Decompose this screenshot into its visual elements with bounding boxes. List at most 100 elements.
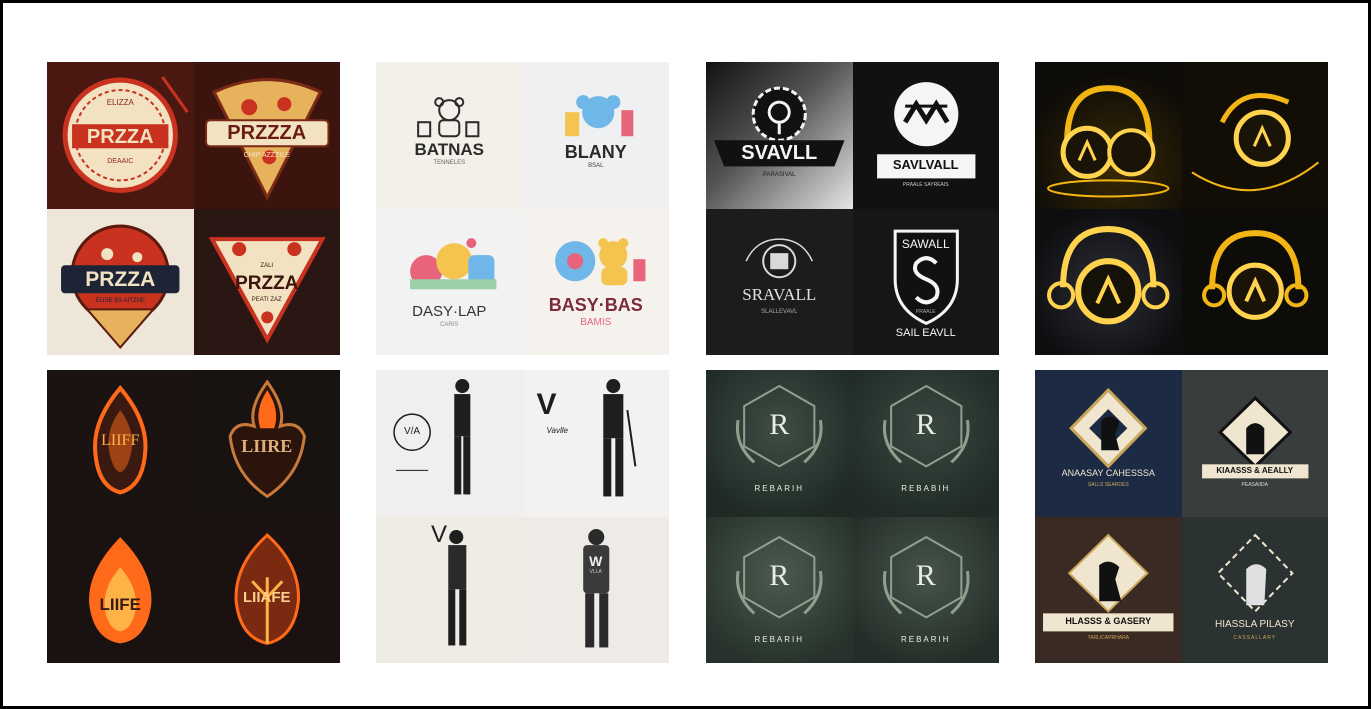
chess-title: HIASSLA PILASY <box>1215 618 1295 630</box>
savall-title: SRAVALL <box>742 284 817 304</box>
teddy-bear-icon <box>417 97 480 138</box>
rebarih-tile-4: R REBARIH <box>852 516 999 663</box>
fire-title: LIIRE <box>241 436 293 456</box>
headphones-tile-2 <box>1181 62 1328 209</box>
chess-subtitle: SALLS SEARDES <box>1087 482 1129 488</box>
savall-subtitle-2: PRAALE <box>915 308 936 315</box>
card-pizza: PRZZA ELIZZA DEAAIC PRZZZA CHIP AZZZILE <box>47 62 340 355</box>
s-crest-icon <box>745 237 814 278</box>
worker-subtitle: Vavlle <box>546 426 569 435</box>
chess-title: HLASSS & GASERY <box>1065 615 1152 626</box>
card-fire: LIIFF LIIRE LIIFE LIIAFE <box>47 370 340 663</box>
card-worker: V/A V Vavlle V W VLLA <box>376 370 669 663</box>
headphones-icon <box>1047 85 1170 198</box>
savall-tile-3: SRAVALL SLALLEVAVL <box>706 208 853 355</box>
rebarih-monogram: R <box>915 558 936 592</box>
card-chess: ANAASAY CAHESSSA SALLS SEARDES KIAASSS &… <box>1035 370 1328 663</box>
pizza-subtitle: ELIZZA <box>106 98 134 107</box>
savall-title: SAVLVALL <box>892 157 959 172</box>
fire-tile-2: LIIRE <box>193 370 340 517</box>
worker-title: V <box>536 388 557 421</box>
fire-tile-4: LIIAFE <box>193 516 340 663</box>
worker-title: V/A <box>403 426 421 437</box>
chess-tile-1: ANAASAY CAHESSSA SALLS SEARDES <box>1035 370 1182 517</box>
worker-figure-icon <box>393 379 471 495</box>
toy-bear-ball-icon <box>554 237 645 285</box>
chess-tile-3: HLASSS & GASERY TARLICAPRHARA <box>1035 516 1182 663</box>
toys-tile-4: BASY·BAS BAMIS <box>522 208 669 355</box>
rebarih-tile-2: R REBABIH <box>852 370 999 517</box>
chess-knight-icon <box>1043 533 1174 631</box>
card-savall: SVAVLL PARASIVAL SAVLVALL PRAALE SAYREAI… <box>706 62 999 355</box>
headphones-icon <box>1047 225 1170 324</box>
card-headphones <box>1035 62 1328 355</box>
pizza-subtitle: CHIP AZZZILE <box>243 152 290 159</box>
worker-tile-2: V Vavlle <box>522 370 669 517</box>
fire-title: LIIFF <box>101 432 140 449</box>
laurel-hexagon-icon <box>882 384 970 468</box>
toys-subtitle: BSAL <box>588 163 604 169</box>
savall-subtitle: PARASIVAL <box>763 172 796 178</box>
rebarih-monogram: R <box>915 408 936 441</box>
laurel-hexagon-icon <box>735 384 823 468</box>
headphones-tile-1 <box>1035 62 1182 209</box>
rebarih-title: REBARIH <box>754 634 805 644</box>
worker-tile-4: W VLLA <box>522 516 669 663</box>
rebarih-monogram: R <box>769 558 790 592</box>
chess-piece-icon <box>1216 533 1294 613</box>
pizza-tile-4: PRZZA ZALI PEATI ZAZ <box>193 208 340 355</box>
toys-title: BLANY <box>564 142 627 162</box>
savall-title: SAIL EAVLL <box>895 326 956 339</box>
pizza-subtitle: PEATI ZAZ <box>251 296 282 303</box>
fire-tile-1: LIIFF <box>47 370 194 517</box>
toys-subtitle: TENNELES <box>433 160 466 166</box>
worker-tile-3: V <box>376 516 523 663</box>
rebarih-title: REBARIH <box>900 634 951 644</box>
worker-subtitle: VLLA <box>589 568 602 575</box>
pizza-title: PRZZZA <box>227 122 307 144</box>
pizza-subtitle: ELISE BS AITZNE <box>95 297 145 304</box>
pizza-title: PRZZA <box>86 126 154 148</box>
headphones-tile-4 <box>1181 208 1328 355</box>
savall-tile-2: SAVLVALL PRAALE SAYREAIS <box>852 62 999 209</box>
image-frame: PRZZA ELIZZA DEAAIC PRZZZA CHIP AZZZILE <box>0 0 1371 709</box>
pizza-title: PRZZA <box>235 272 299 294</box>
savall-tile-1: SVAVLL PARASIVAL <box>706 62 853 209</box>
toys-subtitle: BAMIS <box>580 316 612 328</box>
koala-toy-icon <box>564 95 633 137</box>
pizza-subtitle-2: DEAAIC <box>107 158 134 165</box>
chess-shield-icon <box>1201 395 1308 479</box>
fire-tile-3: LIIFE <box>47 516 194 663</box>
toys-title: BATNAS <box>414 140 485 159</box>
rebarih-monogram: R <box>769 408 790 441</box>
toy-blocks-icon <box>410 237 497 289</box>
toys-subtitle: CARIS <box>440 321 459 328</box>
fire-title: LIIFE <box>99 594 142 614</box>
pizza-title: PRZZA <box>85 267 156 291</box>
savall-title: SVAVLL <box>741 142 818 164</box>
card-toys: BATNAS TENNELES BLANY BSAL DASY·LAP CARI… <box>376 62 669 355</box>
card-rebarih: R REBARIH R REBABIH R REBARIH R REBARIH <box>706 370 999 663</box>
toys-title: BASY·BAS <box>548 294 643 315</box>
gear-pin-icon <box>714 86 845 167</box>
pizza-tile-3: PRZZA ELISE BS AITZNE <box>47 208 194 355</box>
fire-title: LIIAFE <box>243 588 291 606</box>
pizza-tile-2: PRZZZA CHIP AZZZILE <box>193 62 340 209</box>
chess-title: ANAASAY CAHESSSA <box>1061 468 1155 478</box>
rebarih-tile-1: R REBARIH <box>706 370 853 517</box>
toys-tile-1: BATNAS TENNELES <box>376 62 523 209</box>
chess-title: KIAASSS & AEALLY <box>1216 466 1294 475</box>
worker-figure-icon <box>582 528 609 647</box>
savall-subtitle: PRAALE SAYREAIS <box>902 182 949 188</box>
chess-subtitle: TARLICAPRHARA <box>1087 634 1130 641</box>
worker-title: W <box>589 552 603 569</box>
chess-knight-icon <box>1069 387 1148 469</box>
rebarih-title: REBABIH <box>901 484 951 493</box>
fire-icon <box>89 536 152 643</box>
savall-tile-4: SAWALL PRAALE SAIL EAVLL <box>852 208 999 355</box>
headphones-icon <box>1201 229 1308 320</box>
chess-tile-2: KIAASSS & AEALLY PEASAIIDA <box>1181 370 1328 517</box>
worker-title: V <box>430 520 447 548</box>
pizza-tile-1: PRZZA ELIZZA DEAAIC <box>47 62 194 209</box>
chess-subtitle: CASSALLARY <box>1233 634 1277 641</box>
